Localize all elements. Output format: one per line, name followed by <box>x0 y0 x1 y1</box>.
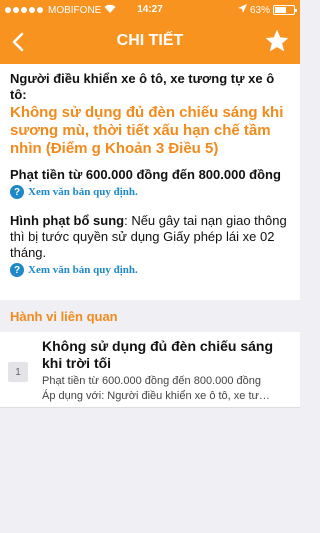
location-arrow-icon <box>237 4 247 16</box>
related-item-applies-to: Áp dụng với: Người điều khiển xe ô tô, x… <box>42 390 270 402</box>
star-icon <box>265 29 289 52</box>
related-violation-item[interactable]: 1 Không sử dụng đủ đèn chiếu sáng khi tr… <box>0 332 300 408</box>
status-bar: MOBIFONE 14:27 63% <box>0 0 300 20</box>
navigation-bar: CHI TIẾT <box>0 20 300 64</box>
related-item-fine: Phạt tiền từ 600.000 đồng đến 800.000 đồ… <box>42 375 261 387</box>
related-item-title: Không sử dụng đủ đèn chiếu sáng khi trời… <box>42 338 274 371</box>
view-regulation-label: Xem văn bản quy định. <box>28 186 138 198</box>
violation-detail-card: Người điều khiển xe ô tô, xe tương tự xe… <box>0 64 300 300</box>
view-regulation-link[interactable]: ? Xem văn bản quy định. <box>10 185 290 199</box>
fine-text: Phạt tiền từ 600.000 đồng đến 800.000 đồ… <box>10 167 281 182</box>
battery-icon <box>273 5 297 15</box>
content-area: Người điều khiển xe ô tô, xe tương tự xe… <box>0 64 300 533</box>
violation-title: Không sử dụng đủ đèn chiếu sáng khi sươn… <box>10 104 284 157</box>
status-right: 63% <box>237 4 297 16</box>
related-violations-header: Hành vi liên quan <box>0 300 300 332</box>
battery-level <box>275 7 286 13</box>
additional-penalty: Hình phạt bổ sung: Nếu gây tai nạn giao … <box>10 213 290 261</box>
item-number-badge: 1 <box>8 362 28 382</box>
battery-percent: 63% <box>249 4 270 16</box>
subject-text: Người điều khiển xe ô tô, xe tương tự xe… <box>10 71 275 102</box>
app-header: MOBIFONE 14:27 63% CHI TIẾT <box>0 0 300 64</box>
favorite-button[interactable] <box>264 28 290 54</box>
additional-penalty-label: Hình phạt bổ sung <box>10 213 125 228</box>
question-icon: ? <box>10 185 24 199</box>
view-regulation-label-2: Xem văn bản quy định. <box>28 264 138 276</box>
view-regulation-link-2[interactable]: ? Xem văn bản quy định. <box>10 263 290 277</box>
question-icon: ? <box>10 263 24 277</box>
page-title: CHI TIẾT <box>116 32 184 49</box>
